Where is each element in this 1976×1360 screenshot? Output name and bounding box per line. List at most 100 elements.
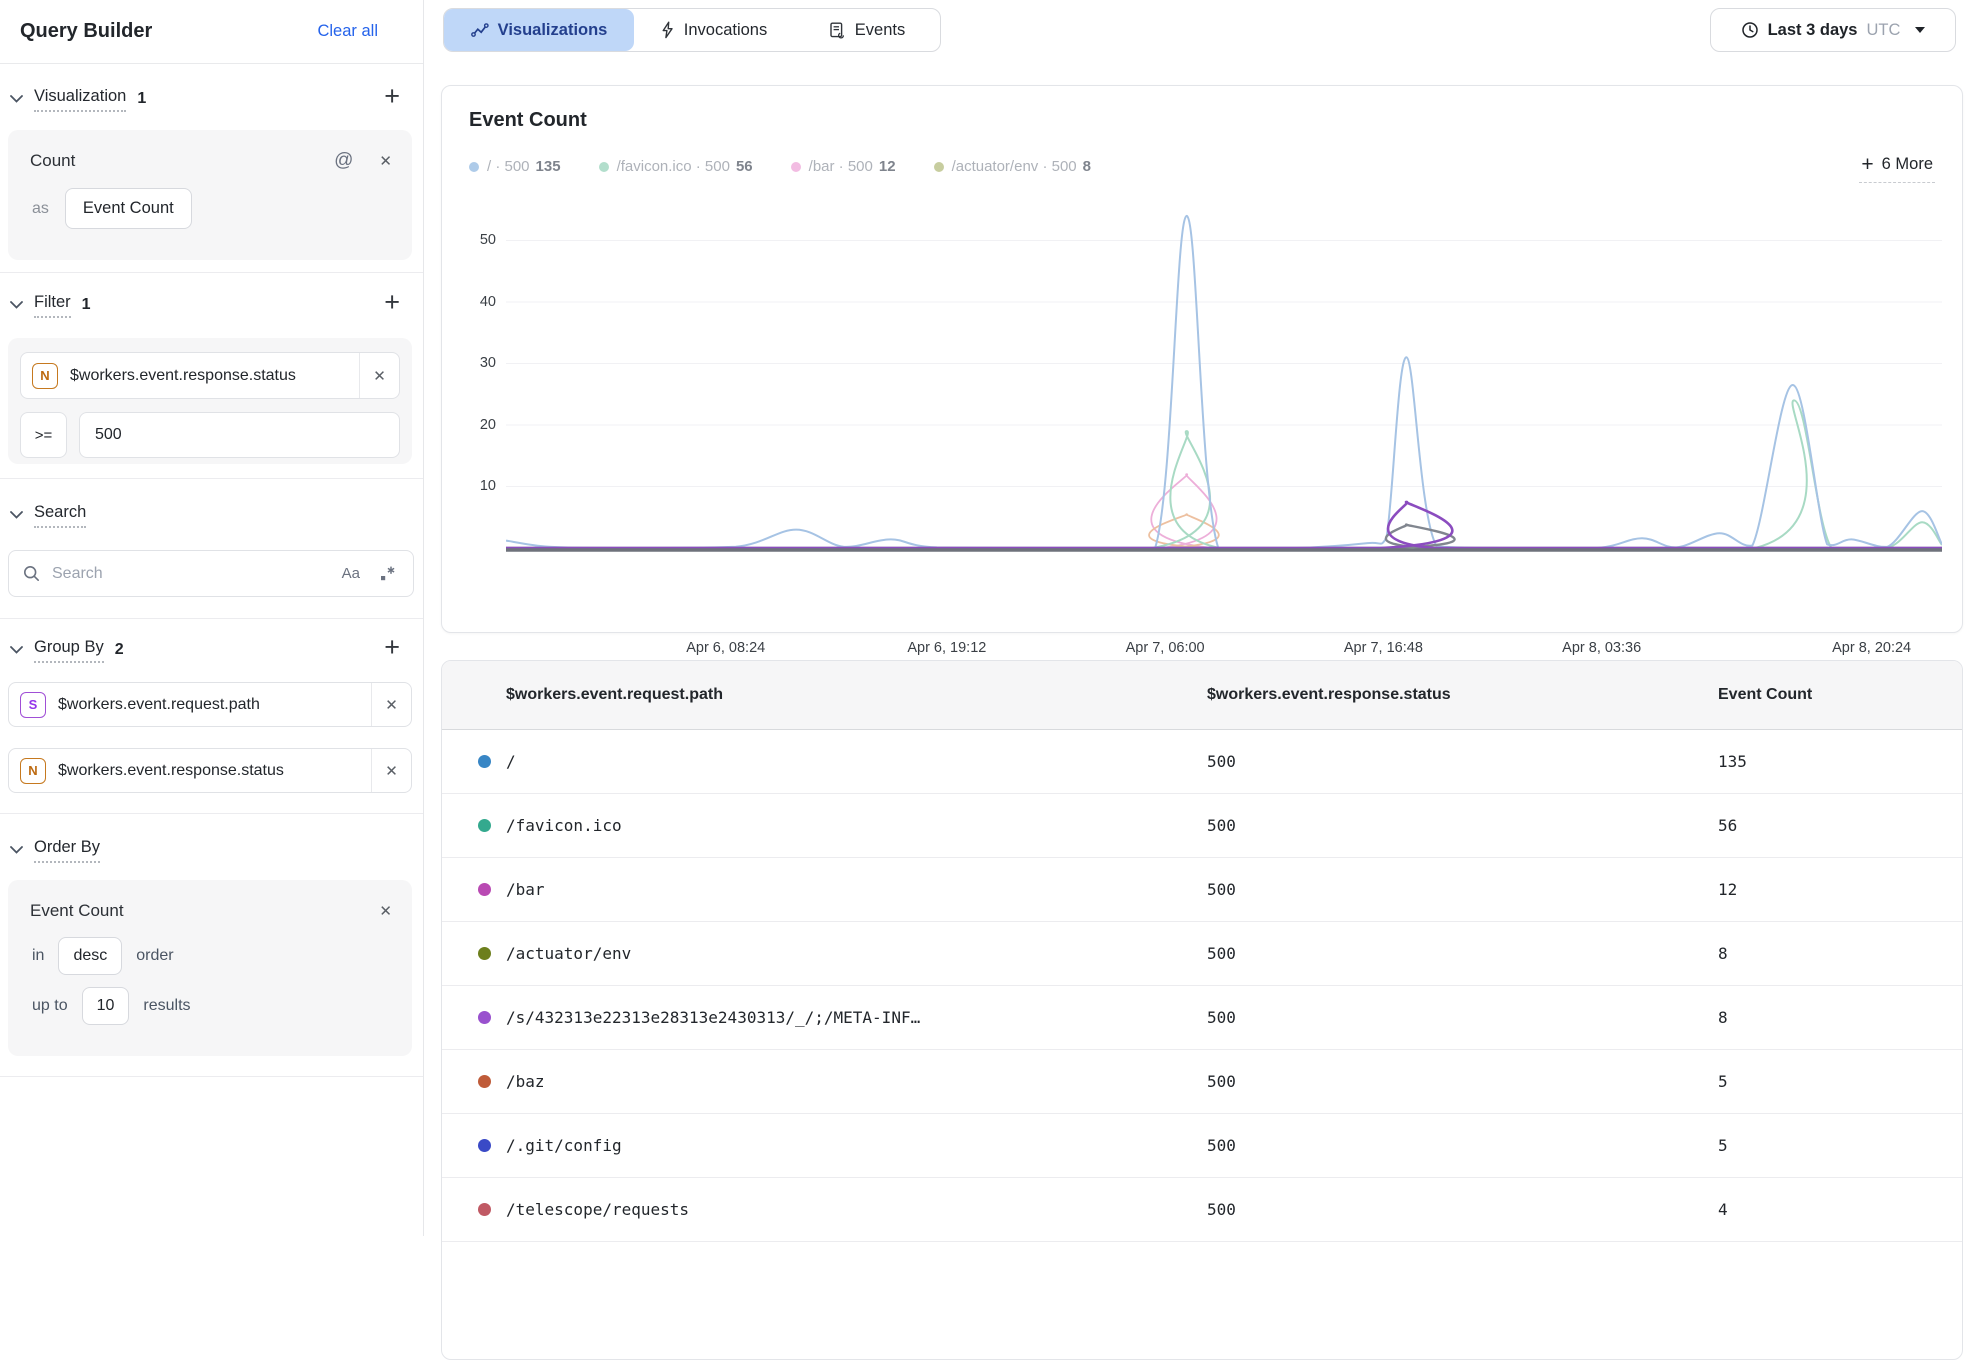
tab-label: Invocations (684, 21, 767, 40)
legend-label: /favicon.ico · 500 (617, 158, 730, 175)
filter-operator-select[interactable]: >= (20, 412, 67, 458)
column-header-count: Event Count (1718, 661, 1812, 729)
show-more-series-button[interactable]: + 6 More (1859, 154, 1935, 183)
cell-event-count: 56 (1718, 794, 1737, 857)
add-group-by-button[interactable]: + (378, 632, 406, 663)
order-by-section-header: Order By (0, 830, 423, 870)
series-dot-icon (478, 947, 491, 960)
match-case-icon[interactable]: Aa (342, 565, 360, 582)
series-dot-icon (478, 1011, 491, 1024)
series-dot-icon (478, 1075, 491, 1088)
sidebar-header: Query Builder Clear all (0, 0, 423, 64)
visualization-section-label[interactable]: Visualization (34, 87, 126, 112)
remove-visualization-icon[interactable]: ✕ (377, 150, 394, 172)
series-dot-icon (478, 883, 491, 896)
remove-group-by-icon[interactable]: ✕ (371, 749, 411, 792)
attribute-at-icon[interactable]: @ (334, 150, 353, 172)
event-log-icon (828, 21, 846, 39)
tab-events[interactable]: Events (793, 9, 940, 51)
chart-legend: / · 500 135 /favicon.ico · 500 56 /bar ·… (469, 158, 1091, 175)
regex-icon[interactable] (378, 564, 397, 583)
legend-item[interactable]: /favicon.ico · 500 56 (599, 158, 753, 175)
x-axis-labels: Apr 6, 08:24Apr 6, 19:12Apr 7, 06:00Apr … (506, 640, 1942, 658)
series-dot-icon (478, 1203, 491, 1216)
line-chart-plot[interactable] (506, 211, 1942, 555)
filter-field-name: $workers.event.response.status (70, 367, 296, 385)
filter-value-input[interactable]: 500 (79, 412, 400, 458)
cell-response-status: 500 (1207, 1050, 1236, 1113)
tab-invocations[interactable]: Invocations (634, 9, 793, 51)
filter-field-chip[interactable]: N $workers.event.response.status ✕ (20, 352, 400, 399)
series-dot-icon (478, 819, 491, 832)
order-direction-select[interactable]: desc (58, 937, 122, 975)
group-by-chip[interactable]: S $workers.event.request.path ✕ (8, 682, 412, 727)
chart-series-line (506, 400, 1942, 548)
table-header-row: $workers.event.request.path $workers.eve… (442, 661, 1962, 730)
chevron-down-icon[interactable] (10, 511, 23, 519)
filter-section-header: Filter 1 + (0, 285, 423, 325)
filter-count: 1 (82, 296, 91, 314)
time-range-label: Last 3 days (1768, 21, 1858, 40)
order-by-card: Event Count ✕ in desc order up to 10 res… (8, 880, 412, 1056)
legend-item[interactable]: /actuator/env · 500 8 (934, 158, 1091, 175)
chevron-down-icon[interactable] (10, 646, 23, 654)
filter-section-label[interactable]: Filter (34, 293, 71, 318)
legend-label: /bar · 500 (809, 158, 873, 175)
cell-response-status: 500 (1207, 922, 1236, 985)
cell-event-count: 4 (1718, 1178, 1728, 1241)
legend-item[interactable]: /bar · 500 12 (791, 158, 896, 175)
order-by-section-label[interactable]: Order By (34, 838, 100, 863)
y-axis-labels: 1020304050 (450, 211, 496, 555)
section-divider (0, 813, 423, 814)
remove-order-by-icon[interactable]: ✕ (377, 900, 394, 922)
table-row[interactable]: /baz5005 (442, 1050, 1962, 1114)
visualization-count: 1 (137, 90, 146, 108)
table-row[interactable]: /.git/config5005 (442, 1114, 1962, 1178)
section-divider (0, 272, 423, 273)
series-dot-icon (478, 1139, 491, 1152)
add-visualization-button[interactable]: + (378, 81, 406, 112)
add-filter-button[interactable]: + (378, 287, 406, 318)
group-by-section-label[interactable]: Group By (34, 638, 104, 663)
section-divider (0, 618, 423, 619)
cell-request-path: /baz (506, 1050, 545, 1113)
remove-filter-icon[interactable]: ✕ (359, 353, 399, 398)
chevron-down-icon[interactable] (10, 301, 23, 309)
cell-response-status: 500 (1207, 858, 1236, 921)
chevron-down-icon[interactable] (10, 95, 23, 103)
table-row[interactable]: /bar50012 (442, 858, 1962, 922)
legend-count: 135 (536, 158, 561, 175)
table-row[interactable]: /s/432313e22313e28313e2430313/_/;/META-I… (442, 986, 1962, 1050)
table-row[interactable]: /telescope/requests5004 (442, 1178, 1962, 1242)
series-dot-icon (599, 162, 609, 172)
chart-series-line (506, 514, 1942, 548)
chevron-down-icon[interactable] (10, 846, 23, 854)
cell-event-count: 8 (1718, 986, 1728, 1049)
cell-event-count: 12 (1718, 858, 1737, 921)
timezone-label: UTC (1866, 21, 1900, 40)
visualization-card: Count @ ✕ as Event Count (8, 130, 412, 260)
remove-group-by-icon[interactable]: ✕ (371, 683, 411, 726)
limit-input[interactable]: 10 (82, 987, 130, 1025)
visualization-alias-button[interactable]: Event Count (65, 188, 192, 229)
legend-count: 56 (736, 158, 753, 175)
group-by-chip[interactable]: N $workers.event.response.status ✕ (8, 748, 412, 793)
search-section-label[interactable]: Search (34, 503, 86, 528)
results-table: $workers.event.request.path $workers.eve… (441, 660, 1963, 1360)
legend-item[interactable]: / · 500 135 (469, 158, 561, 175)
table-row[interactable]: /500135 (442, 730, 1962, 794)
order-label: order (136, 947, 173, 965)
clear-all-button[interactable]: Clear all (317, 22, 378, 41)
cell-request-path: / (506, 730, 516, 793)
tab-visualizations[interactable]: Visualizations (444, 9, 634, 51)
series-dot-icon (478, 755, 491, 768)
table-row[interactable]: /favicon.ico50056 (442, 794, 1962, 858)
time-range-selector[interactable]: Last 3 days UTC (1710, 8, 1956, 52)
search-input[interactable] (50, 564, 342, 584)
cell-event-count: 135 (1718, 730, 1747, 793)
tab-label: Visualizations (498, 21, 608, 40)
query-builder-sidebar: Query Builder Clear all Visualization 1 … (0, 0, 424, 1236)
chart-series-line (506, 502, 1942, 548)
table-row[interactable]: /actuator/env5008 (442, 922, 1962, 986)
cell-request-path: /telescope/requests (506, 1178, 689, 1241)
